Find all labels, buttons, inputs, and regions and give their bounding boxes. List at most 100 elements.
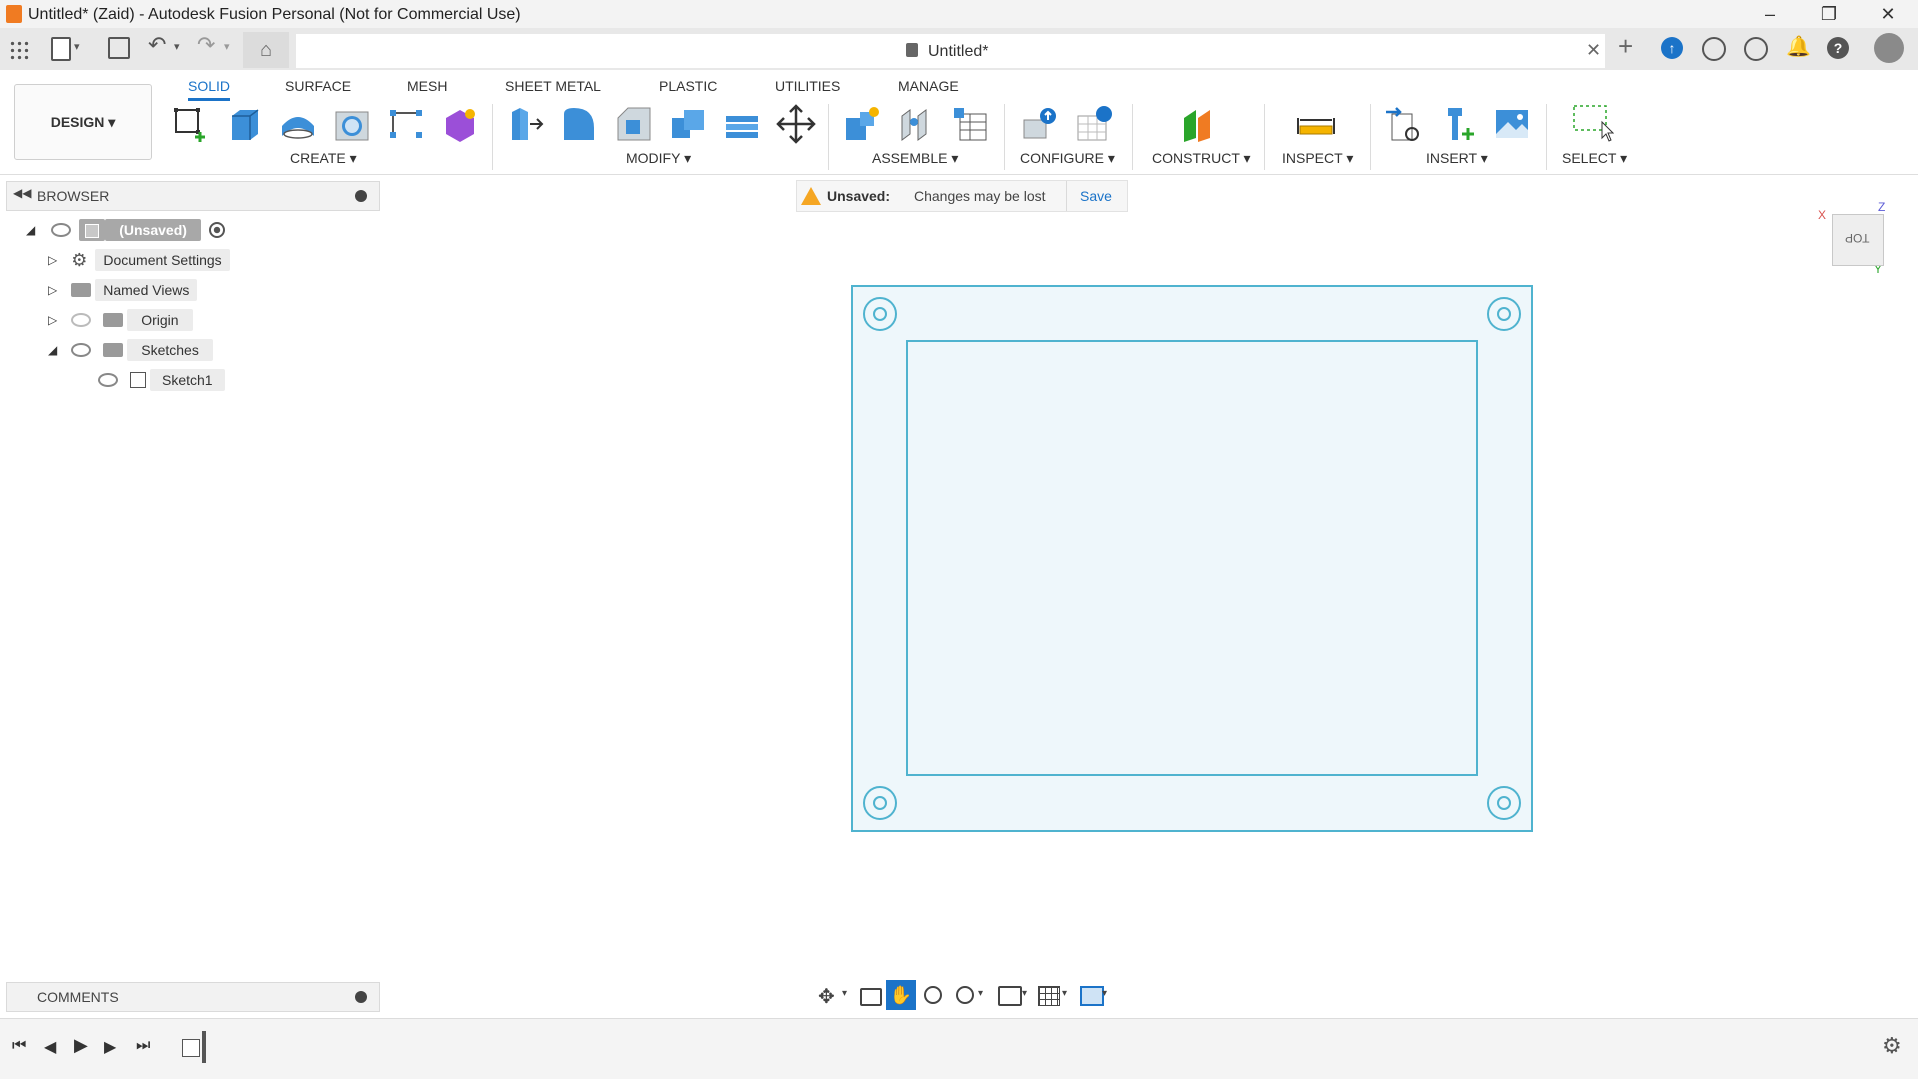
close-tab-icon[interactable]: ✕ <box>1586 40 1601 61</box>
online-status-icon[interactable] <box>1702 37 1726 61</box>
close-button[interactable]: ✕ <box>1860 0 1916 28</box>
grid-snaps-icon[interactable] <box>1038 986 1060 1006</box>
tree-root-row[interactable]: ◢ (Unsaved) <box>26 218 225 242</box>
tab-surface[interactable]: SURFACE <box>285 78 351 98</box>
collapse-triangle-icon[interactable]: ◢ <box>26 223 35 237</box>
expand-triangle-icon[interactable]: ▷ <box>48 313 57 327</box>
tab-solid[interactable]: SOLID <box>188 78 231 101</box>
workspace-switcher[interactable]: DESIGN ▾ <box>14 84 152 160</box>
user-avatar[interactable] <box>1874 33 1904 63</box>
assemble-menu[interactable]: ASSEMBLE ▾ <box>872 150 958 167</box>
chevron-down-icon[interactable]: ▾ <box>1022 988 1027 999</box>
tab-mesh[interactable]: MESH <box>407 78 447 98</box>
save-link[interactable]: Save <box>1080 188 1112 204</box>
chevron-down-icon[interactable]: ▾ <box>224 40 230 53</box>
tree-item-sketches[interactable]: ◢ Sketches <box>48 338 213 362</box>
chamfer-icon[interactable] <box>612 102 656 146</box>
insert-derive-icon[interactable] <box>1382 102 1426 146</box>
go-to-end-icon[interactable]: ⏭ <box>136 1037 150 1055</box>
combine-icon[interactable] <box>720 102 764 146</box>
upgrade-icon[interactable]: ↑ <box>1661 37 1683 59</box>
orbit-icon[interactable]: ✥ <box>818 984 835 1009</box>
visibility-eye-icon[interactable] <box>51 223 72 237</box>
new-component-icon[interactable] <box>840 102 884 146</box>
undo-icon[interactable]: ↶ <box>148 32 166 58</box>
job-status-icon[interactable] <box>1744 37 1768 61</box>
tree-item-origin[interactable]: ▷ Origin <box>48 308 193 332</box>
display-settings-icon[interactable] <box>998 986 1022 1006</box>
save-icon[interactable] <box>108 37 130 59</box>
tab-manage[interactable]: MANAGE <box>898 78 959 98</box>
tree-item-named-views[interactable]: ▷ Named Views <box>48 278 198 302</box>
modify-menu[interactable]: MODIFY ▾ <box>626 150 691 167</box>
step-forward-icon[interactable]: ▶ <box>104 1037 116 1057</box>
step-back-icon[interactable]: ◀ <box>44 1037 56 1057</box>
redo-icon[interactable]: ↷ <box>197 32 215 58</box>
maximize-button[interactable]: ❐ <box>1801 0 1857 28</box>
pattern-icon[interactable] <box>384 102 428 146</box>
help-icon[interactable]: ? <box>1827 37 1849 59</box>
notifications-bell-icon[interactable]: 🔔 <box>1786 34 1811 59</box>
select-menu[interactable]: SELECT ▾ <box>1562 150 1627 167</box>
tree-item-document-settings[interactable]: ▷ ⚙ Document Settings <box>48 248 230 272</box>
collapse-panel-icon[interactable]: ◀◀ <box>13 186 31 200</box>
tab-sheet-metal[interactable]: SHEET METAL <box>505 78 601 98</box>
look-at-icon[interactable] <box>860 988 882 1006</box>
minimize-button[interactable]: – <box>1742 0 1798 28</box>
visibility-eye-icon[interactable] <box>98 373 118 387</box>
offset-plane-icon[interactable] <box>1176 102 1220 146</box>
document-tab[interactable]: Untitled* ✕ <box>296 34 1605 68</box>
chevron-down-icon[interactable]: ▾ <box>74 40 80 53</box>
hidden-eye-icon[interactable] <box>71 313 92 327</box>
extrude-icon[interactable] <box>222 102 266 146</box>
configure-design-icon[interactable] <box>1018 102 1062 146</box>
chevron-down-icon[interactable]: ▾ <box>842 988 847 999</box>
sketch-inner-rectangle[interactable] <box>906 340 1478 776</box>
hole-icon[interactable] <box>330 102 374 146</box>
viewcube[interactable]: TOP <box>1832 214 1884 266</box>
pan-hand-icon[interactable]: ✋ <box>886 980 916 1010</box>
insert-mcmaster-icon[interactable] <box>1436 102 1480 146</box>
construct-menu[interactable]: CONSTRUCT ▾ <box>1152 150 1251 167</box>
chevron-down-icon[interactable]: ▾ <box>174 40 180 53</box>
zoom-icon[interactable] <box>924 986 942 1004</box>
shell-icon[interactable] <box>666 102 710 146</box>
sketch-canvas[interactable] <box>840 276 1540 836</box>
bill-of-materials-icon[interactable] <box>948 102 992 146</box>
file-menu-icon[interactable] <box>51 37 71 61</box>
inspect-menu[interactable]: INSPECT ▾ <box>1282 150 1353 167</box>
form-icon[interactable] <box>438 102 482 146</box>
select-window-icon[interactable] <box>1570 102 1614 146</box>
configure-menu[interactable]: CONFIGURE ▾ <box>1020 150 1115 167</box>
play-icon[interactable]: ▶ <box>74 1035 88 1056</box>
go-to-start-icon[interactable]: ⏮ <box>12 1037 26 1055</box>
new-tab-icon[interactable]: + <box>1618 31 1633 62</box>
joint-icon[interactable] <box>894 102 938 146</box>
fillet-icon[interactable] <box>558 102 602 146</box>
chevron-down-icon[interactable]: ▾ <box>1102 988 1107 999</box>
insert-canvas-icon[interactable] <box>1490 102 1534 146</box>
chevron-down-icon[interactable]: ▾ <box>978 988 983 999</box>
tab-utilities[interactable]: UTILITIES <box>775 78 840 98</box>
app-grid-icon[interactable] <box>9 40 29 60</box>
home-icon[interactable]: ⌂ <box>243 32 289 68</box>
insert-menu[interactable]: INSERT ▾ <box>1426 150 1488 167</box>
expand-triangle-icon[interactable]: ▷ <box>48 283 57 297</box>
add-comment-icon[interactable] <box>355 991 367 1003</box>
revolve-icon[interactable] <box>276 102 320 146</box>
tab-plastic[interactable]: PLASTIC <box>659 78 717 98</box>
configuration-table-icon[interactable] <box>1072 102 1116 146</box>
tree-item-sketch1[interactable]: Sketch1 <box>98 368 225 392</box>
timeline-settings-gear-icon[interactable]: ⚙ <box>1882 1033 1902 1059</box>
press-pull-icon[interactable] <box>504 102 548 146</box>
chevron-down-icon[interactable]: ▾ <box>1062 988 1067 999</box>
create-menu[interactable]: CREATE ▾ <box>290 150 357 167</box>
activate-radio-icon[interactable] <box>208 222 225 238</box>
create-sketch-icon[interactable] <box>168 102 212 146</box>
minimize-panel-icon[interactable] <box>355 190 367 202</box>
collapse-triangle-icon[interactable]: ◢ <box>48 343 57 357</box>
expand-triangle-icon[interactable]: ▷ <box>48 253 57 267</box>
viewcube-face-top[interactable]: TOP <box>1845 231 1869 245</box>
measure-icon[interactable] <box>1294 102 1338 146</box>
visibility-eye-icon[interactable] <box>71 343 92 357</box>
